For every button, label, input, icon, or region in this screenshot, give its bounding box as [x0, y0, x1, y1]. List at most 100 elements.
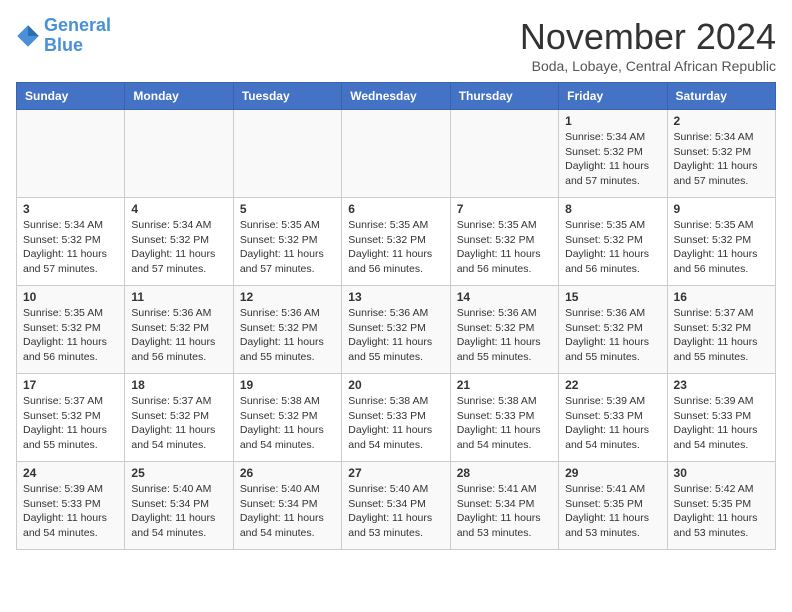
day-info: Sunrise: 5:38 AMSunset: 5:33 PMDaylight:… [457, 394, 552, 453]
day-number: 22 [565, 378, 660, 392]
day-info: Sunrise: 5:38 AMSunset: 5:33 PMDaylight:… [348, 394, 443, 453]
calendar-cell: 26Sunrise: 5:40 AMSunset: 5:34 PMDayligh… [233, 462, 341, 550]
logo: General Blue [16, 16, 111, 56]
calendar-cell: 24 Sunrise: 5:39 AMSunset: 5:33 PMDayligh… [17, 462, 125, 550]
day-number: 16 [674, 290, 769, 304]
day-info: Sunrise: 5:39 AMSunset: 5:33 PMDaylight:… [674, 394, 769, 453]
calendar-cell: 16Sunrise: 5:37 AMSunset: 5:32 PMDayligh… [667, 286, 775, 374]
day-info: Sunrise: 5:37 AMSunset: 5:32 PMDaylight:… [23, 394, 118, 453]
day-number: 17 [23, 378, 118, 392]
calendar-week: 24 Sunrise: 5:39 AMSunset: 5:33 PMDayligh… [17, 462, 776, 550]
calendar-cell: 5 Sunrise: 5:35 AMSunset: 5:32 PMDaylight… [233, 198, 341, 286]
day-number: 21 [457, 378, 552, 392]
day-number: 29 [565, 466, 660, 480]
day-number: 23 [674, 378, 769, 392]
day-info: Sunrise: 5:38 AMSunset: 5:32 PMDaylight:… [240, 394, 335, 453]
day-info: Sunrise: 5:36 AMSunset: 5:32 PMDaylight:… [131, 306, 226, 365]
calendar-cell: 3 Sunrise: 5:34 AMSunset: 5:32 PMDaylight… [17, 198, 125, 286]
day-number: 20 [348, 378, 443, 392]
day-number: 9 [674, 202, 769, 216]
calendar-table: SundayMondayTuesdayWednesdayThursdayFrid… [16, 82, 776, 550]
day-info: Sunrise: 5:42 AMSunset: 5:35 PMDaylight:… [674, 482, 769, 541]
calendar-week: 1 Sunrise: 5:34 AMSunset: 5:32 PMDaylight… [17, 110, 776, 198]
calendar-cell: 6Sunrise: 5:35 AMSunset: 5:32 PMDaylight… [342, 198, 450, 286]
day-number: 25 [131, 466, 226, 480]
day-info: Sunrise: 5:39 AMSunset: 5:33 PMDaylight:… [23, 482, 118, 541]
day-number: 4 [131, 202, 226, 216]
header-day: Saturday [667, 83, 775, 110]
day-info: Sunrise: 5:41 AMSunset: 5:34 PMDaylight:… [457, 482, 552, 541]
day-info: Sunrise: 5:36 AMSunset: 5:32 PMDaylight:… [348, 306, 443, 365]
header-day: Friday [559, 83, 667, 110]
calendar-cell: 23 Sunrise: 5:39 AMSunset: 5:33 PMDayligh… [667, 374, 775, 462]
calendar-week: 10 Sunrise: 5:35 AMSunset: 5:32 PMDayligh… [17, 286, 776, 374]
calendar-cell [17, 110, 125, 198]
day-info: Sunrise: 5:36 AMSunset: 5:32 PMDaylight:… [457, 306, 552, 365]
day-number: 13 [348, 290, 443, 304]
calendar-cell: 8 Sunrise: 5:35 AMSunset: 5:32 PMDaylight… [559, 198, 667, 286]
calendar-cell: 25 Sunrise: 5:40 AMSunset: 5:34 PMDayligh… [125, 462, 233, 550]
day-number: 11 [131, 290, 226, 304]
day-info: Sunrise: 5:37 AMSunset: 5:32 PMDaylight:… [131, 394, 226, 453]
calendar-cell: 9 Sunrise: 5:35 AMSunset: 5:32 PMDaylight… [667, 198, 775, 286]
header-day: Sunday [17, 83, 125, 110]
calendar-body: 1 Sunrise: 5:34 AMSunset: 5:32 PMDaylight… [17, 110, 776, 550]
header-day: Wednesday [342, 83, 450, 110]
day-number: 14 [457, 290, 552, 304]
day-number: 5 [240, 202, 335, 216]
logo-line1: General [44, 15, 111, 35]
calendar-cell [342, 110, 450, 198]
day-info: Sunrise: 5:40 AMSunset: 5:34 PMDaylight:… [131, 482, 226, 541]
calendar-week: 17 Sunrise: 5:37 AMSunset: 5:32 PMDayligh… [17, 374, 776, 462]
calendar-cell: 27 Sunrise: 5:40 AMSunset: 5:34 PMDayligh… [342, 462, 450, 550]
month-title: November 2024 [520, 16, 776, 58]
day-info: Sunrise: 5:40 AMSunset: 5:34 PMDaylight:… [240, 482, 335, 541]
day-number: 1 [565, 114, 660, 128]
calendar-cell: 29 Sunrise: 5:41 AMSunset: 5:35 PMDayligh… [559, 462, 667, 550]
day-number: 27 [348, 466, 443, 480]
calendar-cell: 12Sunrise: 5:36 AMSunset: 5:32 PMDayligh… [233, 286, 341, 374]
day-info: Sunrise: 5:34 AMSunset: 5:32 PMDaylight:… [674, 130, 769, 189]
day-number: 19 [240, 378, 335, 392]
day-number: 10 [23, 290, 118, 304]
calendar-cell: 20 Sunrise: 5:38 AMSunset: 5:33 PMDayligh… [342, 374, 450, 462]
calendar-cell: 18 Sunrise: 5:37 AMSunset: 5:32 PMDayligh… [125, 374, 233, 462]
day-info: Sunrise: 5:34 AMSunset: 5:32 PMDaylight:… [23, 218, 118, 277]
calendar-cell: 30Sunrise: 5:42 AMSunset: 5:35 PMDayligh… [667, 462, 775, 550]
day-number: 7 [457, 202, 552, 216]
day-info: Sunrise: 5:35 AMSunset: 5:32 PMDaylight:… [23, 306, 118, 365]
calendar-cell: 17 Sunrise: 5:37 AMSunset: 5:32 PMDayligh… [17, 374, 125, 462]
logo-text: General Blue [44, 16, 111, 56]
calendar-week: 3 Sunrise: 5:34 AMSunset: 5:32 PMDaylight… [17, 198, 776, 286]
page-header: General Blue November 2024 Boda, Lobaye,… [16, 16, 776, 74]
logo-icon [16, 24, 40, 48]
day-number: 18 [131, 378, 226, 392]
day-info: Sunrise: 5:35 AMSunset: 5:32 PMDaylight:… [565, 218, 660, 277]
day-number: 12 [240, 290, 335, 304]
calendar-cell [450, 110, 558, 198]
logo-line2: Blue [44, 35, 83, 55]
calendar-cell: 11 Sunrise: 5:36 AMSunset: 5:32 PMDayligh… [125, 286, 233, 374]
calendar-cell: 1Sunrise: 5:34 AMSunset: 5:32 PMDaylight… [559, 110, 667, 198]
day-number: 3 [23, 202, 118, 216]
day-number: 24 [23, 466, 118, 480]
day-info: Sunrise: 5:35 AMSunset: 5:32 PMDaylight:… [457, 218, 552, 277]
calendar-cell: 19 Sunrise: 5:38 AMSunset: 5:32 PMDayligh… [233, 374, 341, 462]
day-number: 6 [348, 202, 443, 216]
day-number: 8 [565, 202, 660, 216]
day-number: 2 [674, 114, 769, 128]
day-info: Sunrise: 5:40 AMSunset: 5:34 PMDaylight:… [348, 482, 443, 541]
day-info: Sunrise: 5:36 AMSunset: 5:32 PMDaylight:… [565, 306, 660, 365]
calendar-cell: 21 Sunrise: 5:38 AMSunset: 5:33 PMDayligh… [450, 374, 558, 462]
calendar-cell: 4Sunrise: 5:34 AMSunset: 5:32 PMDaylight… [125, 198, 233, 286]
calendar-cell: 28Sunrise: 5:41 AMSunset: 5:34 PMDayligh… [450, 462, 558, 550]
day-info: Sunrise: 5:35 AMSunset: 5:32 PMDaylight:… [240, 218, 335, 277]
header-day: Monday [125, 83, 233, 110]
calendar-cell: 15Sunrise: 5:36 AMSunset: 5:32 PMDayligh… [559, 286, 667, 374]
calendar-cell: 13 Sunrise: 5:36 AMSunset: 5:32 PMDayligh… [342, 286, 450, 374]
day-info: Sunrise: 5:41 AMSunset: 5:35 PMDaylight:… [565, 482, 660, 541]
header-day: Thursday [450, 83, 558, 110]
calendar-cell: 10 Sunrise: 5:35 AMSunset: 5:32 PMDayligh… [17, 286, 125, 374]
day-info: Sunrise: 5:35 AMSunset: 5:32 PMDaylight:… [674, 218, 769, 277]
location: Boda, Lobaye, Central African Republic [520, 58, 776, 74]
